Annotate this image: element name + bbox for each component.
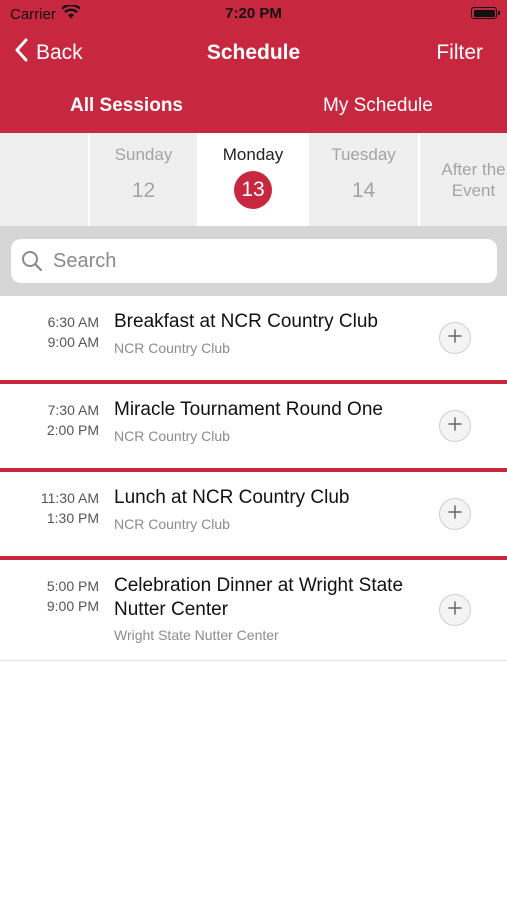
nav-bar: Back Schedule Filter (0, 34, 507, 74)
plus-icon (448, 416, 462, 436)
day-previous[interactable] (0, 133, 88, 226)
day-sunday[interactable]: Sunday 12 (90, 133, 197, 226)
header: Carrier 7:20 PM Back Schedule Filter All… (0, 0, 507, 133)
day-number-selected: 13 (234, 171, 272, 209)
session-list: 6:30 AM 9:00 AM Breakfast at NCR Country… (0, 296, 507, 661)
search-icon (21, 250, 43, 272)
session-end: 2:00 PM (46, 422, 99, 438)
status-time: 7:20 PM (225, 5, 282, 22)
session-times: 11:30 AM 1:30 PM (0, 488, 99, 528)
day-selector: Sunday 12 Monday 13 Tuesday 14 After the… (0, 133, 507, 226)
day-number: 12 (131, 179, 156, 202)
session-venue: NCR Country Club (114, 516, 230, 532)
day-name: After the Event (420, 159, 507, 201)
add-to-schedule-button[interactable] (439, 594, 471, 626)
session-times: 5:00 PM 9:00 PM (0, 576, 99, 616)
day-number: 14 (351, 179, 376, 202)
session-start: 5:00 PM (46, 578, 99, 594)
session-title: Breakfast at NCR Country Club (114, 311, 378, 332)
plus-icon (448, 504, 462, 524)
session-end: 9:00 PM (46, 598, 99, 614)
session-times: 7:30 AM 2:00 PM (0, 400, 99, 440)
session-start: 6:30 AM (47, 314, 99, 330)
day-name: Monday (222, 145, 284, 164)
day-name-line2: Event (451, 181, 496, 200)
add-to-schedule-button[interactable] (439, 498, 471, 530)
session-row[interactable]: 5:00 PM 9:00 PM Celebration Dinner at Wr… (0, 560, 507, 660)
session-start: 11:30 AM (40, 490, 99, 506)
session-title: Lunch at NCR Country Club (114, 487, 350, 508)
battery-icon (471, 7, 500, 19)
search-field[interactable] (11, 239, 497, 283)
tab-my-schedule[interactable]: My Schedule (323, 95, 433, 117)
add-to-schedule-button[interactable] (439, 410, 471, 442)
session-end: 9:00 AM (47, 334, 99, 350)
session-title: Celebration Dinner at Wright State Nutte… (114, 575, 404, 620)
day-name: Tuesday (331, 145, 396, 164)
page-title: Schedule (206, 41, 301, 64)
plus-icon (448, 600, 462, 620)
status-bar: Carrier 7:20 PM (0, 0, 507, 28)
row-divider (0, 660, 507, 661)
session-venue: NCR Country Club (114, 428, 230, 444)
session-venue: NCR Country Club (114, 340, 230, 356)
filter-button[interactable]: Filter (436, 41, 483, 65)
session-row[interactable]: 7:30 AM 2:00 PM Miracle Tournament Round… (0, 384, 507, 468)
add-to-schedule-button[interactable] (439, 322, 471, 354)
day-tuesday[interactable]: Tuesday 14 (309, 133, 418, 226)
day-after-event[interactable]: After the Event (420, 133, 507, 226)
session-row[interactable]: 6:30 AM 9:00 AM Breakfast at NCR Country… (0, 296, 507, 380)
session-venue: Wright State Nutter Center (114, 627, 279, 643)
search-input[interactable] (51, 248, 475, 274)
session-end: 1:30 PM (46, 510, 99, 526)
day-name: Sunday (114, 145, 173, 164)
tab-all-sessions[interactable]: All Sessions (70, 95, 183, 117)
session-title: Miracle Tournament Round One (114, 399, 383, 420)
session-times: 6:30 AM 9:00 AM (0, 312, 99, 352)
day-monday[interactable]: Monday 13 (197, 133, 309, 226)
search-bar-area (0, 226, 507, 296)
session-start: 7:30 AM (47, 402, 99, 418)
session-row[interactable]: 11:30 AM 1:30 PM Lunch at NCR Country Cl… (0, 472, 507, 556)
day-name-line1: After the (441, 160, 506, 179)
segment-control: All Sessions My Schedule (0, 84, 507, 128)
plus-icon (448, 328, 462, 348)
